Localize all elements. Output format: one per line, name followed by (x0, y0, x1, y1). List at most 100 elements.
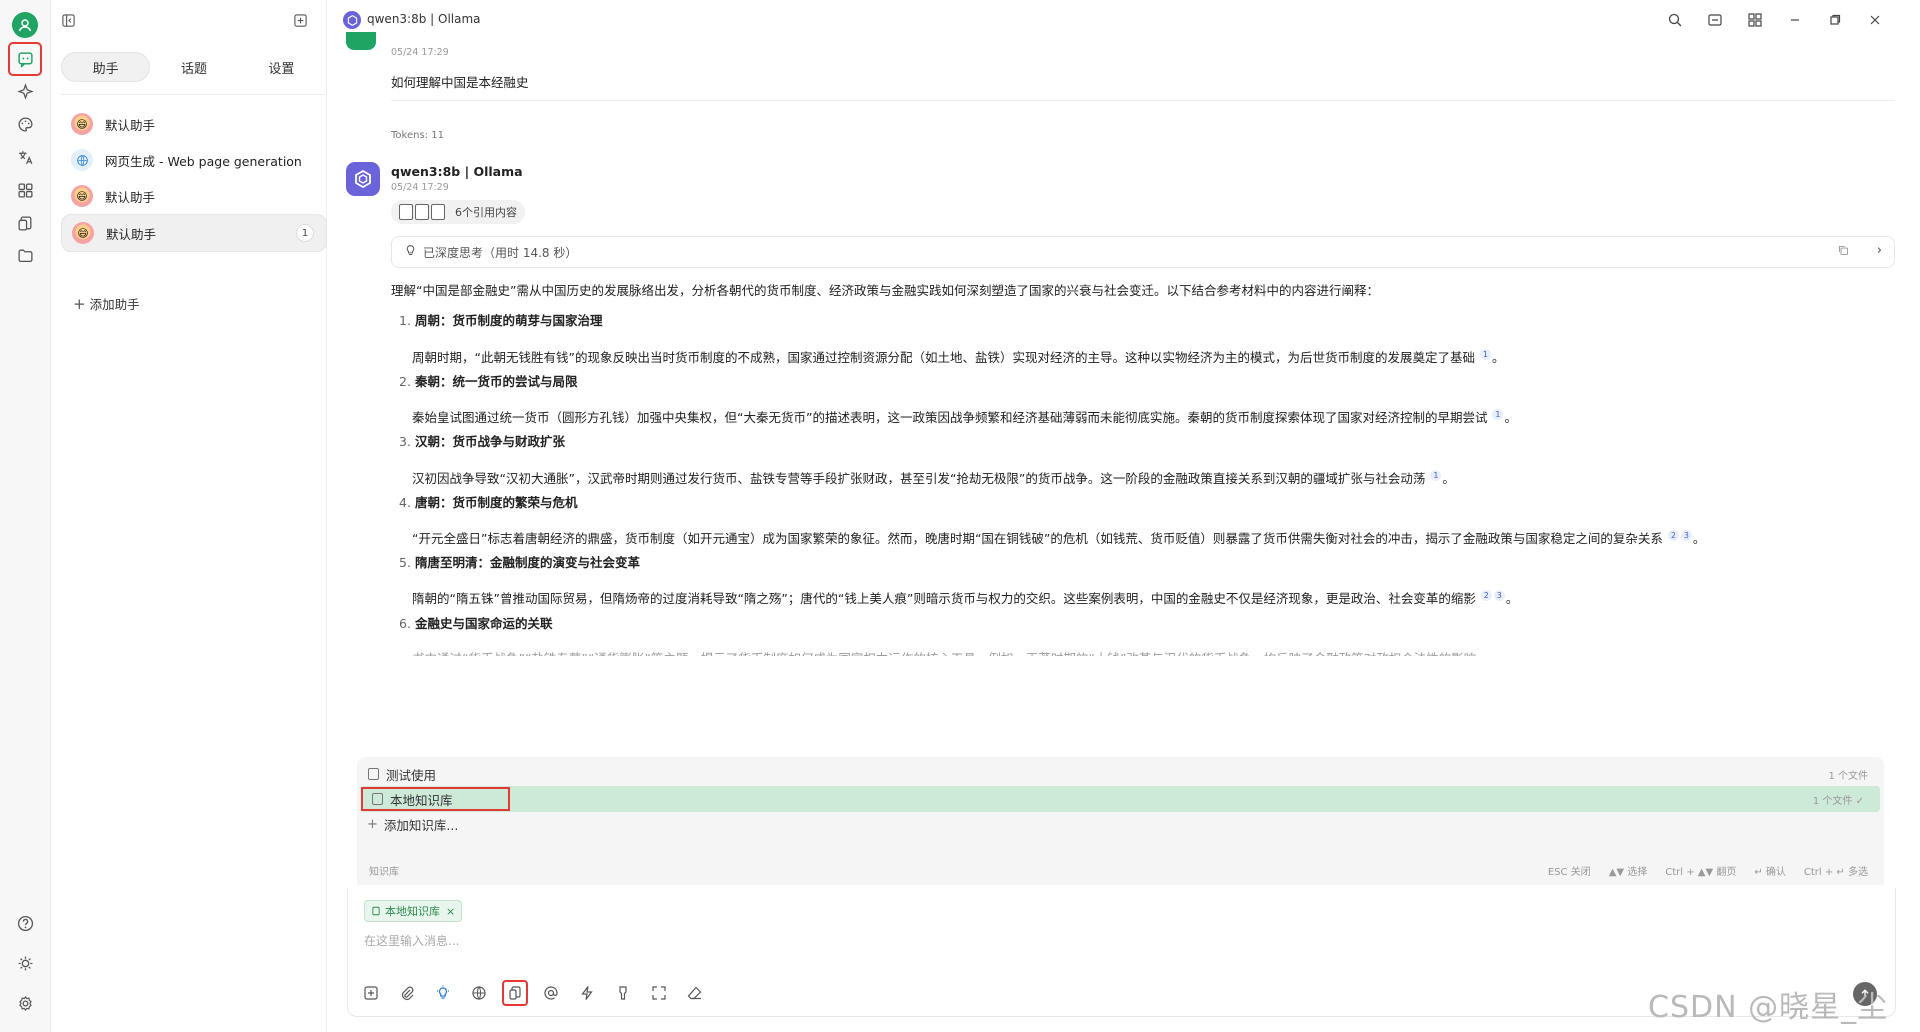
add-assistant-button[interactable]: + 添加助手 (73, 294, 140, 313)
eraser-icon[interactable] (684, 982, 706, 1004)
quick-phrase-icon[interactable] (576, 982, 598, 1004)
knowledge-base-option-selected[interactable]: 本地知识库 1 个文件 ✓ (361, 786, 1880, 812)
layout-icon[interactable] (1705, 10, 1725, 30)
attachment-icon[interactable] (396, 982, 418, 1004)
assistant-item[interactable]: 😄 默认助手 (61, 178, 325, 214)
list-item-body: 秦始皇试图通过统一货币（圆形方孔钱）加强中央集权，但“大秦无货币”的描述表明，这… (412, 408, 1517, 425)
maximize-icon[interactable] (1825, 10, 1845, 30)
toggle-sidebar-icon[interactable] (59, 11, 77, 29)
add-knowledge-base-button[interactable]: + 添加知识库... (357, 811, 1884, 837)
hint-esc: ESC 关闭 (1547, 867, 1591, 878)
list-item-body: “开元全盛日”标志着唐朝经济的鼎盛，货币制度（如开元通宝）成为国家繁荣的象征。然… (412, 529, 1706, 546)
list-item-body-partial: 书中通过“货币战争”“盐铁专营”“通货膨胀”等主题，揭示了货币制度如何成为国家权… (412, 648, 1476, 656)
user-message-text: 如何理解中国是本经融史 (391, 75, 529, 90)
lightbulb-icon (404, 244, 417, 260)
citation-ref[interactable]: 2 (1667, 529, 1679, 541)
tab-settings[interactable]: 设置 (238, 52, 325, 82)
popup-footer-label: 知识库 (369, 867, 399, 878)
assistant-panel: 助手 话题 设置 😄 默认助手 网页生成 - Web page generati… (51, 0, 327, 1032)
list-item-heading: 1. 周朝：货币制度的萌芽与国家治理 (399, 313, 603, 328)
citation-ref[interactable]: 1 (1430, 469, 1442, 481)
icon-rail (0, 0, 51, 1032)
top-bar: qwen3:8b | Ollama (327, 0, 1920, 40)
hint-page: Ctrl + ▲▼ 翻页 (1665, 867, 1737, 878)
kb-file-count: 1 个文件 (1828, 770, 1868, 782)
knowledge-base-chip[interactable]: 本地知识库 × (364, 900, 463, 922)
grid-icon[interactable] (1745, 10, 1765, 30)
add-assistant-label: 添加助手 (89, 297, 140, 312)
user-message-avatar (346, 32, 376, 50)
list-item-heading: 2. 秦朝：统一货币的尝试与局限 (399, 374, 578, 389)
watermark-text: CSDN @晓星_尘 (1648, 990, 1889, 1025)
divider (391, 100, 1895, 101)
knowledge-base-option[interactable]: 测试使用 1 个文件 (357, 761, 1884, 787)
assistant-name: 默认助手 (105, 189, 156, 205)
citation-ref[interactable]: 3 (1680, 529, 1692, 541)
plus-icon: + (367, 816, 378, 832)
plus-icon: + (73, 294, 86, 313)
list-item-heading: 4. 唐朝：货币制度的繁荣与危机 (399, 495, 578, 510)
model-logo-icon (343, 11, 361, 29)
chat-icon[interactable] (8, 42, 42, 76)
tab-assistants[interactable]: 助手 (61, 52, 151, 82)
citation-docs-icon (399, 204, 447, 220)
remove-chip-icon[interactable]: × (446, 905, 455, 918)
message-input[interactable]: 在这里输入消息... (364, 932, 459, 949)
emoji-face-icon: 😄 (72, 222, 94, 244)
kb-file-count: 1 个文件 ✓ (1812, 795, 1864, 807)
new-topic-icon[interactable] (360, 982, 382, 1004)
chevron-right-icon[interactable]: › (1877, 243, 1882, 258)
web-search-icon[interactable] (468, 982, 490, 1004)
clear-context-icon[interactable] (612, 982, 634, 1004)
keyboard-hints: ESC 关闭 ▲▼ 选择 Ctrl + ▲▼ 翻页 ↵ 确认 Ctrl + ↵ … (1548, 863, 1868, 878)
list-item-body: 隋朝的“隋五铢”曾推动国际贸易，但隋炀帝的过度消耗导致“隋之殇”；唐代的“钱上美… (412, 589, 1519, 606)
assistant-item[interactable]: 网页生成 - Web page generation (61, 142, 325, 178)
assistant-name: 默认助手 (105, 117, 156, 133)
citations-button[interactable]: 6个引用内容 (391, 200, 525, 224)
citation-ref[interactable]: 3 (1493, 589, 1505, 601)
knowledge-icon[interactable] (12, 210, 38, 236)
chat-area: 05/24 17:29 如何理解中国是本经融史 Tokens: 11 qwen3… (327, 32, 1920, 760)
search-icon[interactable] (1665, 10, 1685, 30)
hint-confirm: ↵ 确认 (1754, 867, 1786, 878)
assistant-item-selected[interactable]: 😄 默认助手 1 (61, 214, 327, 252)
agents-sparkle-icon[interactable] (12, 78, 38, 104)
list-item-body: 周朝时期，“此朝无钱胜有钱”的现象反映出当时货币制度的不成熟，国家通过控制资源分… (412, 348, 1505, 365)
tab-topics[interactable]: 话题 (150, 52, 237, 82)
settings-gear-icon[interactable] (12, 990, 38, 1016)
knowledge-base-icon[interactable] (502, 980, 528, 1006)
composer-toolbar (360, 980, 706, 1006)
apps-grid-icon[interactable] (12, 177, 38, 203)
hint-select: ▲▼ 选择 (1608, 867, 1648, 878)
user-avatar[interactable] (12, 12, 38, 38)
assistant-item[interactable]: 😄 默认助手 (61, 106, 325, 142)
list-item-body: 汉初因战争导致“汉初大通胀”，汉武帝时期则通过发行货币、盐铁专营等手段扩张财政，… (412, 469, 1455, 486)
list-item-heading: 3. 汉朝：货币战争与财政扩张 (399, 434, 565, 449)
add-kb-label: 添加知识库... (383, 817, 459, 833)
expand-icon[interactable] (648, 982, 670, 1004)
palette-icon[interactable] (12, 111, 38, 137)
folder-icon[interactable] (12, 242, 38, 268)
emoji-face-icon: 😄 (71, 113, 93, 135)
window-title[interactable]: qwen3:8b | Ollama (367, 12, 481, 26)
translate-icon[interactable] (12, 144, 38, 170)
citation-ref[interactable]: 2 (1480, 589, 1492, 601)
kb-option-label: 测试使用 (386, 767, 437, 783)
close-icon[interactable] (1865, 10, 1885, 30)
copy-icon[interactable] (1837, 244, 1850, 260)
hint-multiselect: Ctrl + ↵ 多选 (1803, 867, 1868, 878)
citation-ref[interactable]: 1 (1479, 348, 1491, 360)
new-chat-icon[interactable] (291, 11, 309, 29)
token-count: Tokens: 11 (391, 130, 444, 141)
help-icon[interactable] (12, 910, 38, 936)
mention-model-icon[interactable] (540, 982, 562, 1004)
minimize-icon[interactable] (1785, 10, 1805, 30)
theme-sun-icon[interactable] (12, 950, 38, 976)
thinking-panel[interactable]: 已深度思考（用时 14.8 秒） › (391, 236, 1895, 268)
divider (61, 94, 325, 95)
emoji-face-icon: 😄 (71, 185, 93, 207)
citation-ref[interactable]: 1 (1492, 408, 1504, 420)
list-item-heading: 5. 隋唐至明清：金融制度的演变与社会变革 (399, 555, 640, 570)
topic-count-badge: 1 (296, 224, 314, 242)
deep-think-icon[interactable] (432, 982, 454, 1004)
